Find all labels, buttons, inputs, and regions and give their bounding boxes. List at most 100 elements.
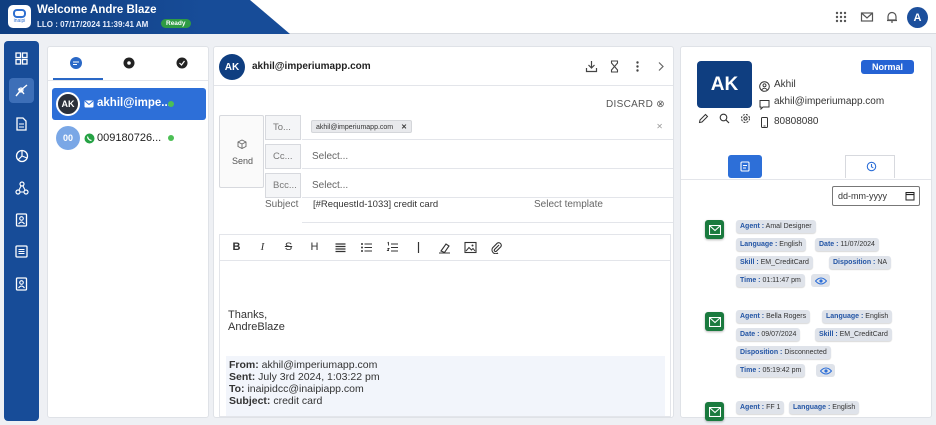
align-icon[interactable] (334, 241, 347, 254)
history-date-value: 11/07/2024 (840, 241, 875, 248)
history-agent: Agent : FF 1 (736, 401, 785, 414)
queued-chat-icon[interactable] (121, 55, 137, 71)
strikethrough-button[interactable]: S (282, 241, 295, 254)
history-skill: Skill : EM_CreditCard (736, 256, 813, 269)
quoted-to-value: inaipidcc@inaipiapp.com (244, 383, 364, 395)
quoted-from-value: akhil@imperiumapp.com (258, 359, 378, 371)
bullet-list-icon[interactable] (360, 241, 373, 254)
history-language-value: English (865, 313, 889, 320)
history-disposition-value: Disconnected (784, 349, 827, 356)
chat-bubble-icon[interactable] (68, 55, 84, 71)
conversation-avatar: AK (56, 92, 80, 116)
bell-icon[interactable] (885, 10, 899, 24)
history-language: Language : English (822, 310, 893, 323)
integration-icon (14, 180, 29, 195)
person-icon (759, 81, 770, 92)
online-indicator (168, 101, 174, 107)
sidebar-item-integrations[interactable] (9, 175, 34, 200)
history-time: Time : 05:19:42 pm (736, 364, 806, 377)
sidebar-item-agent[interactable] (9, 78, 34, 103)
view-button[interactable] (811, 274, 830, 287)
subject-divider (302, 222, 673, 223)
date-filter-input[interactable]: dd-mm-yyyy (832, 186, 920, 206)
send-button[interactable]: Send (219, 115, 264, 188)
sidebar-item-documents[interactable] (9, 111, 34, 136)
more-options-icon[interactable] (631, 60, 644, 73)
notes-icon (740, 161, 750, 172)
clear-icon[interactable]: ✕ (656, 122, 663, 131)
quoted-from: From: akhil@imperiumapp.com (229, 359, 377, 371)
quoted-sent-value: July 3rd 2024, 1:03:22 pm (255, 371, 380, 383)
history-language: Language : English (736, 238, 807, 251)
apps-grid-icon[interactable] (834, 10, 848, 24)
contact-email: akhil@imperiumapp.com (774, 96, 885, 107)
italic-button[interactable]: I (256, 241, 269, 254)
quoted-subject-label: Subject: (229, 395, 271, 407)
history-agent-value: Bella Rogers (766, 313, 807, 320)
heading-button[interactable]: H (308, 241, 321, 254)
status-badge[interactable]: Ready (161, 19, 191, 28)
conversation-item[interactable]: 00 009180726... (52, 123, 206, 153)
to-label[interactable]: To... (265, 115, 301, 140)
email-body-editor[interactable]: Thanks, AndreBlaze From: akhil@imperiuma… (219, 260, 671, 417)
divider-icon[interactable] (412, 241, 425, 254)
edit-icon[interactable] (698, 113, 709, 124)
remove-chip-icon[interactable]: ✕ (401, 124, 407, 131)
recipient-chip[interactable]: akhil@imperiumapp.com ✕ (311, 120, 412, 133)
to-field[interactable]: akhil@imperiumapp.com ✕ ✕ (302, 115, 673, 140)
bold-button[interactable]: B (230, 241, 243, 254)
eye-icon (814, 277, 827, 284)
compose-title: akhil@imperiumapp.com (252, 61, 371, 72)
history-language-value: English (832, 404, 856, 411)
dashboard-icon (15, 149, 28, 162)
tab-history[interactable] (845, 155, 895, 178)
search-icon[interactable] (719, 113, 730, 124)
compose-header: AK akhil@imperiumapp.com (214, 47, 673, 86)
bcc-label[interactable]: Bcc... (265, 173, 301, 198)
user-avatar[interactable]: A (907, 7, 928, 28)
sidebar-item-reports[interactable] (9, 143, 34, 168)
history-skill-value: EM_CreditCard (839, 331, 888, 338)
quoted-to-label: To: (229, 383, 245, 395)
close-circle-icon: ⊗ (656, 99, 665, 110)
chevron-right-icon[interactable] (654, 60, 667, 73)
sidebar-item-contacts[interactable] (9, 207, 34, 232)
discard-label: DISCARD (606, 99, 654, 110)
template-select[interactable]: Select template (534, 199, 603, 210)
history-date-label: Date : (819, 241, 839, 248)
numbered-list-icon[interactable] (386, 241, 399, 254)
history-skill-label: Skill : (740, 259, 759, 266)
clear-format-icon[interactable] (438, 241, 451, 254)
history-skill-value: EM_CreditCard (760, 259, 809, 266)
cc-field[interactable]: Select... (302, 144, 673, 169)
history-disposition: Disposition : Disconnected (736, 346, 831, 359)
history-agent: Agent : Amal Designer (736, 220, 816, 233)
view-button[interactable] (816, 364, 835, 377)
history-disposition-label: Disposition : (740, 349, 783, 356)
date-placeholder: dd-mm-yyyy (838, 191, 887, 201)
sidebar-item-dashboard[interactable] (9, 46, 34, 71)
download-icon[interactable] (585, 60, 598, 73)
sidebar-item-profile[interactable] (9, 271, 34, 296)
bcc-field[interactable]: Select... (302, 173, 673, 198)
history-date: Date : 11/07/2024 (815, 238, 879, 251)
closed-chat-icon[interactable] (174, 55, 190, 71)
hourglass-icon[interactable] (608, 60, 621, 73)
calendar-icon[interactable] (905, 191, 915, 201)
list-icon (15, 245, 28, 258)
conversation-item[interactable]: AK akhil@impe... (52, 88, 206, 120)
left-sidebar (4, 41, 39, 421)
attachment-icon[interactable] (490, 241, 503, 254)
phone-icon (761, 117, 768, 128)
tab-notes[interactable] (728, 155, 762, 178)
history-time-value: 05:19:42 pm (762, 367, 802, 374)
settings-icon[interactable] (740, 113, 751, 124)
mail-icon[interactable] (860, 10, 874, 24)
email-channel-icon (84, 100, 94, 108)
image-icon[interactable] (464, 241, 477, 254)
subject-input[interactable]: [#RequestId-1033] credit card (313, 199, 438, 210)
sidebar-item-list[interactable] (9, 239, 34, 264)
cc-label[interactable]: Cc... (265, 144, 301, 169)
discard-button[interactable]: DISCARD ⊗ (606, 99, 665, 110)
quoted-to: To: inaipidcc@inaipiapp.com (229, 383, 364, 395)
